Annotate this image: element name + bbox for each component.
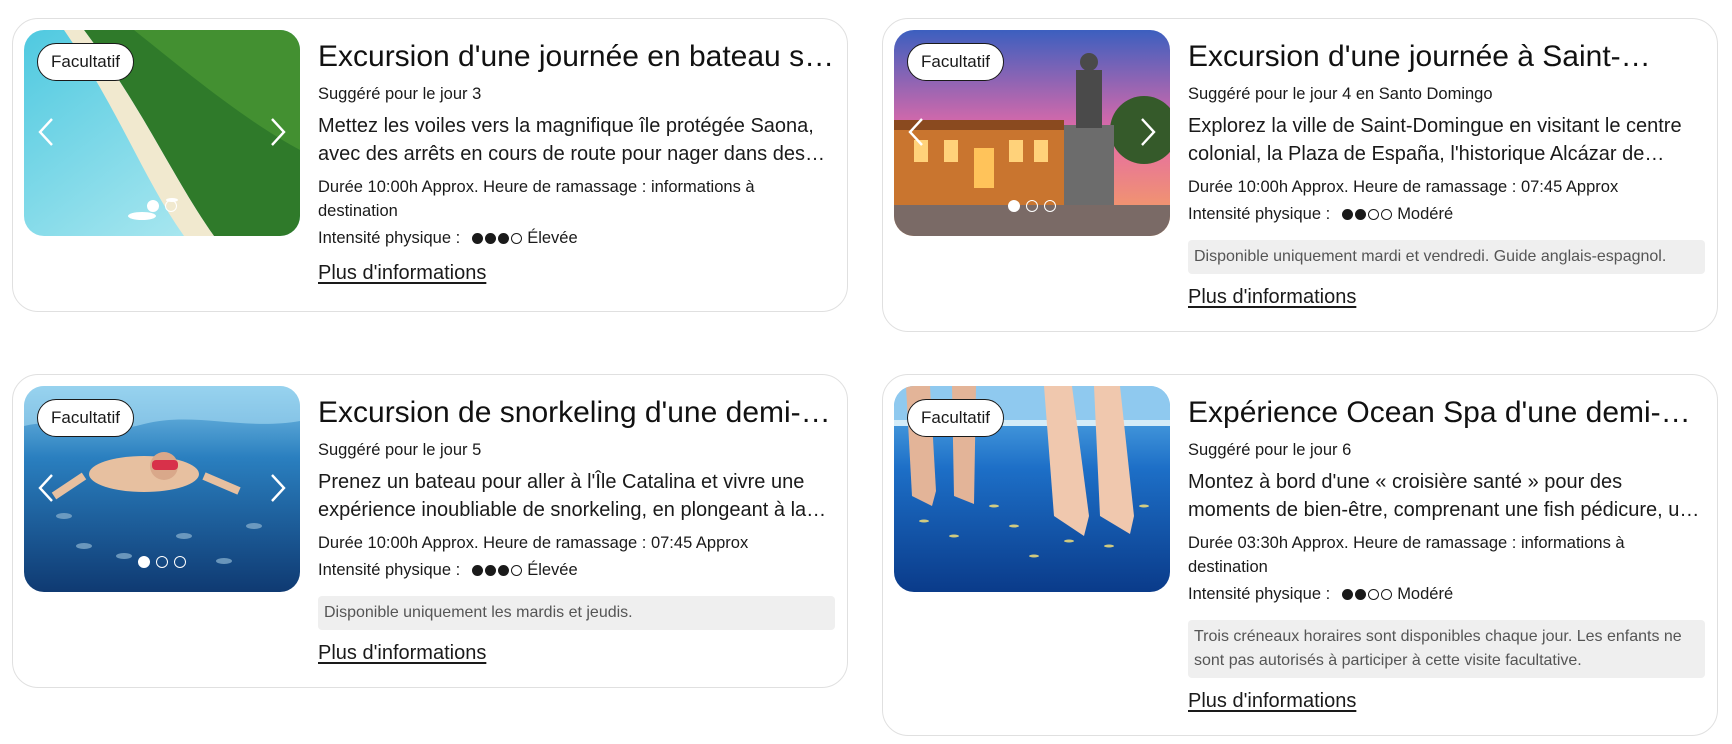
intensity-pip	[1368, 588, 1380, 600]
optional-badge: Facultatif	[37, 43, 134, 81]
excursion-details: Excursion d'une journée en bateau sur… S…	[318, 33, 835, 286]
excursion-details: Excursion d'une journée à Saint-… Suggér…	[1188, 33, 1705, 310]
intensity-pip	[1355, 208, 1367, 220]
chevron-left-icon	[908, 118, 923, 146]
excursion-title: Excursion d'une journée à Saint-…	[1188, 40, 1651, 73]
previous-image-arrow[interactable]	[30, 112, 62, 152]
intensity-meter	[472, 232, 523, 244]
intensity-pip	[498, 232, 510, 244]
intensity-meter	[1342, 208, 1393, 220]
intensity-value: Élevée	[527, 229, 578, 247]
carousel-dot[interactable]	[174, 556, 186, 568]
intensity-value: Modéré	[1397, 205, 1454, 223]
more-info-link[interactable]: Plus d'informations	[318, 260, 486, 286]
intensity-meter	[472, 564, 523, 576]
intensity-value: Élevée	[527, 561, 578, 579]
physical-intensity: Intensité physique : Modéré	[1188, 582, 1705, 606]
intensity-meter	[1342, 588, 1393, 600]
next-image-arrow[interactable]	[262, 112, 294, 152]
excursion-image-carousel[interactable]: Facultatif	[24, 30, 300, 236]
suggested-day: Suggéré pour le jour 6	[1188, 441, 1352, 459]
carousel-dot[interactable]	[1044, 200, 1056, 212]
intensity-pip	[1355, 588, 1367, 600]
intensity-label: Intensité physique :	[318, 561, 461, 579]
intensity-pip	[1342, 208, 1354, 220]
excursion-details: Excursion de snorkeling d'une demi-… Sug…	[318, 389, 835, 666]
chevron-left-icon	[38, 118, 53, 146]
next-image-arrow[interactable]	[262, 468, 294, 508]
carousel-dot[interactable]	[1008, 200, 1020, 212]
carousel-dot[interactable]	[1026, 200, 1038, 212]
previous-image-arrow[interactable]	[900, 112, 932, 152]
excursion-image-carousel[interactable]: Facultatif	[894, 30, 1170, 236]
excursion-details: Expérience Ocean Spa d'une demi-… Suggér…	[1188, 389, 1705, 714]
previous-image-arrow[interactable]	[30, 468, 62, 508]
excursion-description: Mettez les voiles vers la magnifique île…	[318, 115, 825, 165]
intensity-pip	[1381, 588, 1393, 600]
chevron-right-icon	[271, 118, 286, 146]
more-info-link[interactable]: Plus d'informations	[1188, 688, 1356, 714]
chevron-left-icon	[38, 474, 53, 502]
physical-intensity: Intensité physique : Modéré	[1188, 202, 1705, 226]
physical-intensity: Intensité physique : Élevée	[318, 226, 835, 250]
chevron-right-icon	[271, 474, 286, 502]
duration-info: Durée 10:00h Approx. Heure de ramassage …	[318, 178, 755, 220]
availability-note: Disponible uniquement mardi et vendredi.…	[1188, 240, 1705, 274]
carousel-dot[interactable]	[147, 200, 159, 212]
excursion-card: Facultatif Excursion de snorkeling d'une…	[12, 374, 848, 688]
excursion-title: Excursion de snorkeling d'une demi-…	[318, 396, 831, 429]
intensity-pip	[472, 564, 484, 576]
intensity-pip	[485, 232, 497, 244]
carousel-dot[interactable]	[165, 200, 177, 212]
suggested-day: Suggéré pour le jour 3	[318, 85, 482, 103]
intensity-label: Intensité physique :	[1188, 585, 1331, 603]
carousel-dots	[24, 556, 300, 568]
intensity-pip	[511, 564, 523, 576]
excursion-card: Facultatif Excursion d'une journée à Sai…	[882, 18, 1718, 332]
carousel-dot[interactable]	[138, 556, 150, 568]
intensity-value: Modéré	[1397, 585, 1454, 603]
carousel-dot[interactable]	[156, 556, 168, 568]
availability-note: Trois créneaux horaires sont disponibles…	[1188, 620, 1705, 678]
carousel-dots	[894, 200, 1170, 212]
excursion-image: Facultatif	[894, 386, 1170, 592]
suggested-day: Suggéré pour le jour 4 en Santo Domingo	[1188, 85, 1493, 103]
optional-badge: Facultatif	[907, 43, 1004, 81]
availability-note: Disponible uniquement les mardis et jeud…	[318, 596, 835, 630]
carousel-dots	[24, 200, 300, 212]
more-info-link[interactable]: Plus d'informations	[318, 640, 486, 666]
physical-intensity: Intensité physique : Élevée	[318, 558, 835, 582]
intensity-pip	[1342, 588, 1354, 600]
more-info-link[interactable]: Plus d'informations	[1188, 284, 1356, 310]
intensity-label: Intensité physique :	[318, 229, 461, 247]
excursion-description: Prenez un bateau pour aller à l'Île Cata…	[318, 471, 827, 521]
excursion-card: Facultatif Expérience Ocean Spa d'une de…	[882, 374, 1718, 736]
excursion-card: Facultatif Excursion d'une journée en ba…	[12, 18, 848, 312]
intensity-pip	[472, 232, 484, 244]
suggested-day: Suggéré pour le jour 5	[318, 441, 482, 459]
next-image-arrow[interactable]	[1132, 112, 1164, 152]
excursion-title: Expérience Ocean Spa d'une demi-…	[1188, 396, 1691, 429]
optional-badge: Facultatif	[907, 399, 1004, 437]
optional-badge: Facultatif	[37, 399, 134, 437]
intensity-pip	[485, 564, 497, 576]
duration-info: Durée 03:30h Approx. Heure de ramassage …	[1188, 534, 1625, 576]
intensity-pip	[498, 564, 510, 576]
excursion-description: Explorez la ville de Saint-Domingue en v…	[1188, 115, 1682, 165]
excursion-title: Excursion d'une journée en bateau sur…	[318, 40, 835, 73]
intensity-pip	[1381, 208, 1393, 220]
duration-info: Durée 10:00h Approx. Heure de ramassage …	[318, 534, 749, 552]
intensity-pip	[1368, 208, 1380, 220]
duration-info: Durée 10:00h Approx. Heure de ramassage …	[1188, 178, 1619, 196]
excursion-description: Montez à bord d'une « croisière santé » …	[1188, 471, 1691, 521]
excursion-image-carousel[interactable]: Facultatif	[24, 386, 300, 592]
intensity-label: Intensité physique :	[1188, 205, 1331, 223]
chevron-right-icon	[1141, 118, 1156, 146]
intensity-pip	[511, 232, 523, 244]
